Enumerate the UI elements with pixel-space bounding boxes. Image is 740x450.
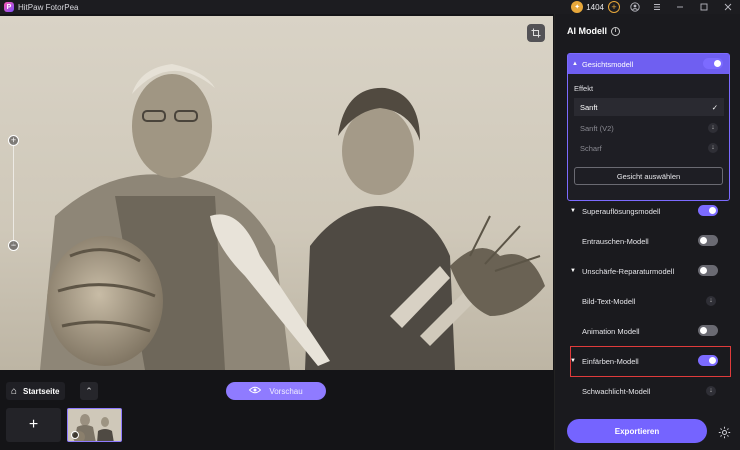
- face-model-card: ▲ Gesichtsmodell Effekt Sanft ✓ Sanft (V…: [567, 53, 730, 201]
- colorize-toggle[interactable]: [698, 355, 718, 366]
- account-icon[interactable]: [624, 0, 646, 14]
- model-label: Einfärben-Modell: [582, 356, 639, 366]
- face-model-label: Gesichtsmodell: [581, 59, 634, 69]
- ai-badge-icon: ✦: [571, 1, 584, 13]
- model-row-blur-repair[interactable]: ▼ Unschärfe-Reparaturmodell: [567, 262, 730, 280]
- coin-count: 1404: [586, 2, 604, 12]
- model-row-colorize[interactable]: ▼ Einfärben-Modell: [567, 352, 730, 370]
- model-label: Unschärfe-Reparaturmodell: [582, 266, 675, 276]
- effect-option-scharf[interactable]: Scharf ↓: [574, 139, 724, 157]
- caret-up-icon: ▲: [572, 61, 578, 67]
- close-icon[interactable]: [716, 0, 740, 14]
- model-row-image-text[interactable]: Bild-Text-Modell ↓: [567, 292, 730, 310]
- effect-option-label: Sanft: [580, 102, 598, 112]
- select-face-button[interactable]: Gesicht auswählen: [574, 167, 723, 185]
- app-logo-icon: P: [4, 2, 14, 12]
- zoom-in-button[interactable]: +: [8, 135, 19, 146]
- model-label: Animation Modell: [582, 326, 640, 336]
- eye-icon: [249, 386, 262, 396]
- animation-toggle[interactable]: [698, 325, 718, 336]
- face-model-toggle[interactable]: [703, 58, 723, 69]
- download-icon[interactable]: ↓: [708, 123, 718, 133]
- coin-balance[interactable]: ✦ 1404 +: [571, 1, 620, 13]
- download-icon[interactable]: ↓: [706, 296, 716, 306]
- panel-title-text: AI Modell: [567, 26, 607, 36]
- collapse-thumbnails-button[interactable]: ⌃: [80, 382, 98, 400]
- export-button[interactable]: Exportieren: [567, 419, 707, 443]
- maximize-icon[interactable]: [692, 0, 716, 14]
- crop-icon[interactable]: [527, 24, 545, 42]
- bottom-bar: ⌂ Startseite ⌃ Vorschau +: [0, 370, 553, 450]
- caret-down-icon: ▼: [570, 208, 576, 214]
- caret-down-icon: ▼: [570, 358, 576, 364]
- zoom-slider-track[interactable]: [13, 142, 14, 246]
- home-label: Startseite: [23, 386, 60, 396]
- model-row-denoise[interactable]: Entrauschen-Modell: [567, 232, 730, 250]
- effect-option-label: Sanft (V2): [580, 123, 614, 133]
- model-label: Bild-Text-Modell: [582, 296, 636, 306]
- download-icon[interactable]: ↓: [708, 143, 718, 153]
- menu-icon[interactable]: [646, 0, 668, 14]
- photo-preview: [0, 16, 553, 370]
- blur-repair-toggle[interactable]: [698, 265, 718, 276]
- face-model-header[interactable]: ▲ Gesichtsmodell: [568, 54, 729, 74]
- title-bar-controls: ✦ 1404 +: [571, 0, 740, 14]
- image-canvas[interactable]: + −: [0, 16, 553, 370]
- check-icon: ✓: [711, 102, 718, 112]
- model-label: Schwachlicht-Modell: [582, 386, 651, 396]
- model-row-animation[interactable]: Animation Modell: [567, 322, 730, 340]
- denoise-toggle[interactable]: [698, 235, 718, 246]
- preview-label: Vorschau: [269, 386, 303, 396]
- model-row-low-light[interactable]: Schwachlicht-Modell ↓: [567, 382, 730, 400]
- model-row-superresolution[interactable]: ▼ Superauflösungsmodell: [567, 202, 730, 220]
- image-thumbnail[interactable]: [67, 408, 122, 442]
- minimize-icon[interactable]: [668, 0, 692, 14]
- effect-option-sanft[interactable]: Sanft ✓: [574, 98, 724, 116]
- gear-icon[interactable]: [716, 424, 732, 440]
- preview-button[interactable]: Vorschau: [226, 382, 326, 400]
- app-title: HitPaw FotorPea: [18, 2, 79, 12]
- title-bar: P HitPaw FotorPea ✦ 1404 +: [0, 0, 740, 14]
- chevron-up-icon: ⌃: [85, 385, 93, 396]
- effect-label: Effekt: [574, 84, 594, 93]
- effect-option-label: Scharf: [580, 143, 602, 153]
- zoom-out-button[interactable]: −: [8, 240, 19, 251]
- effect-option-sanft-v2[interactable]: Sanft (V2) ↓: [574, 119, 724, 137]
- superresolution-toggle[interactable]: [698, 205, 718, 216]
- caret-down-icon: ▼: [570, 268, 576, 274]
- panel-title: AI Modell i: [567, 26, 620, 36]
- add-coin-icon[interactable]: +: [608, 1, 620, 13]
- info-icon[interactable]: i: [611, 26, 620, 36]
- home-icon: ⌂: [11, 385, 18, 397]
- history-icon: [71, 431, 79, 439]
- model-label: Superauflösungsmodell: [582, 206, 661, 216]
- model-label: Entrauschen-Modell: [582, 236, 649, 246]
- add-image-button[interactable]: +: [6, 408, 61, 442]
- ai-model-panel: AI Modell i ▲ Gesichtsmodell Effekt Sanf…: [554, 14, 740, 450]
- home-button[interactable]: ⌂ Startseite: [6, 382, 65, 400]
- download-icon[interactable]: ↓: [706, 386, 716, 396]
